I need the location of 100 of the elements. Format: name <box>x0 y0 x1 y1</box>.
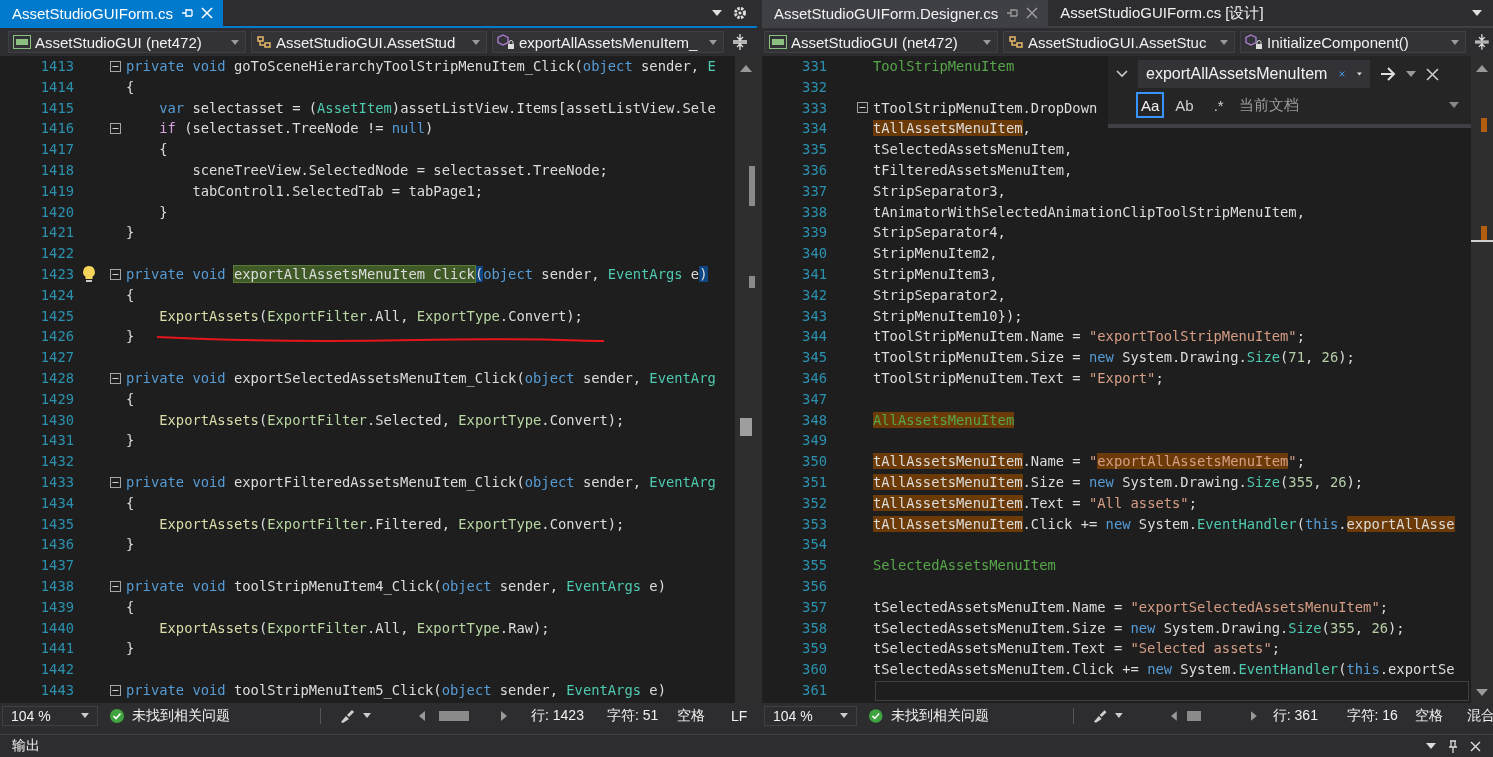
collapse-icon[interactable] <box>109 580 121 592</box>
indent-status[interactable]: 空格 <box>1414 706 1459 725</box>
caret-icon[interactable] <box>711 9 723 17</box>
line-number: 1441 <box>39 639 74 659</box>
line-status[interactable]: 行: 361 <box>1272 706 1339 725</box>
scrollbar-thumb[interactable] <box>1187 710 1201 721</box>
code-line: } <box>158 202 168 222</box>
char-status[interactable]: 字符: 16 <box>1346 706 1407 725</box>
close-icon[interactable] <box>1426 67 1439 81</box>
code-line: tToolStripMenuItem.Name = "exportToolStripMenuItem"; <box>873 327 1305 347</box>
line-ending-status[interactable]: LF <box>731 707 757 724</box>
scroll-left-icon[interactable] <box>419 710 425 721</box>
collapse-icon[interactable] <box>109 123 121 135</box>
code-line: tSelectedAssetsMenuItem.Name = "exportSelectedAssetsMenuItem"; <box>873 597 1388 617</box>
caret-icon <box>1448 102 1459 108</box>
code-line: ExportAssets(ExportFilter.All, ExportType.Convert); <box>158 306 583 326</box>
search-option-toggle[interactable]: Aa <box>1136 92 1165 118</box>
project-dropdown[interactable]: AssetStudioGUI (net472) <box>764 31 999 53</box>
code-line: } <box>126 535 135 555</box>
line-number: 1419 <box>39 181 74 201</box>
caret-icon[interactable] <box>1357 71 1362 77</box>
line-number: 360 <box>801 660 827 680</box>
line-number: 1432 <box>39 452 74 472</box>
caret-icon[interactable] <box>1115 713 1124 719</box>
code-line: StripSeparator4, <box>873 223 1006 243</box>
code-line: ToolStripMenuItem <box>873 57 1015 76</box>
line-number: 361 <box>801 680 827 700</box>
line-number: 354 <box>801 535 827 555</box>
chevron-down-icon[interactable] <box>1116 70 1128 78</box>
scroll-right-icon[interactable] <box>1251 710 1257 721</box>
brush-icon[interactable] <box>1092 708 1108 723</box>
collapse-icon[interactable] <box>109 372 121 384</box>
scroll-up-icon[interactable] <box>740 64 752 72</box>
find-next-icon[interactable] <box>1380 67 1396 81</box>
line-number: 349 <box>801 431 827 451</box>
caret-icon <box>231 39 239 45</box>
code-line: tToolStripMenuItem.Size = new System.Drawing.Size(71, 26); <box>873 348 1355 368</box>
line-number: 334 <box>801 119 827 139</box>
scrollbar-thumb[interactable] <box>740 418 752 436</box>
code-line: private void exportSelectedAssetsMenuItem_Click(object sender, EventArg <box>126 368 716 389</box>
code-line: tAllAssetsMenuItem.Name = "exportAllAssetsMenuItem"; <box>873 452 1305 472</box>
line-number: 1433 <box>39 472 74 492</box>
collapse-icon[interactable] <box>856 102 868 114</box>
scroll-down-icon[interactable] <box>1476 689 1488 698</box>
code-line: tSelectedAssetsMenuItem, <box>873 140 1073 160</box>
collapse-icon[interactable] <box>109 60 121 72</box>
caret-icon[interactable] <box>1471 9 1483 17</box>
line-status[interactable]: 行: 1423 <box>531 706 599 725</box>
caret-icon[interactable] <box>363 713 371 719</box>
char-status[interactable]: 字符: 51 <box>607 706 669 725</box>
lightbulb-icon[interactable] <box>82 265 96 284</box>
caret-icon[interactable] <box>1426 743 1436 749</box>
line-number: 1438 <box>39 576 74 596</box>
csharp-project-icon <box>13 35 31 49</box>
member-dropdown[interactable]: exportAllAssetsMenuItem_ <box>492 31 724 53</box>
member-dropdown[interactable]: InitializeComponent() <box>1240 31 1467 53</box>
clear-icon[interactable] <box>1339 68 1346 80</box>
settings-icon[interactable] <box>733 6 747 20</box>
class-dropdown[interactable]: AssetStudioGUI.AssetStuc <box>1003 31 1236 53</box>
collapse-icon[interactable] <box>109 268 121 280</box>
scroll-marker <box>1481 118 1487 132</box>
code-line: tAllAssetsMenuItem.Text = "All assets"; <box>873 493 1197 513</box>
caret-icon <box>1451 39 1460 45</box>
code-line: } <box>126 639 135 659</box>
document-tab[interactable]: AssetStudioGUIForm.cs [设计] <box>1048 0 1274 26</box>
line-number: 1413 <box>39 57 74 76</box>
search-option-toggle[interactable]: Ab <box>1170 92 1199 118</box>
scroll-up-icon[interactable] <box>1476 64 1488 72</box>
scroll-left-icon[interactable] <box>1171 710 1177 721</box>
code-line: } <box>126 327 135 347</box>
horizontal-scrollbar[interactable] <box>875 681 1469 702</box>
indent-status[interactable]: 空格 <box>677 706 723 725</box>
scrollbar-thumb[interactable] <box>1471 240 1493 242</box>
line-number: 1424 <box>39 285 74 305</box>
code-line: ExportAssets(ExportFilter.Filtered, ExportType.Convert); <box>158 514 625 534</box>
collapse-icon[interactable] <box>109 476 121 488</box>
code-line: tToolStripMenuItem.Text = "Export"; <box>873 368 1164 388</box>
collapse-icon[interactable] <box>109 684 121 696</box>
issues-status[interactable]: 未找到相关问题 <box>132 706 312 725</box>
scroll-right-icon[interactable] <box>501 710 507 721</box>
search-option-toggle[interactable]: .* <box>1204 92 1233 118</box>
line-number: 1418 <box>39 161 74 180</box>
zoom-dropdown[interactable]: 104 % <box>2 705 98 726</box>
project-dropdown[interactable]: AssetStudioGUI (net472) <box>8 31 246 53</box>
split-icon[interactable] <box>1475 34 1489 50</box>
split-icon[interactable] <box>733 34 747 50</box>
code-line: sceneTreeView.SelectedNode = selectasset.TreeNode; <box>191 161 608 180</box>
scope-dropdown[interactable]: 当前文档 <box>1238 95 1459 115</box>
line-number: 1422 <box>39 244 74 264</box>
scrollbar-thumb[interactable] <box>439 710 469 721</box>
code-line: StripSeparator2, <box>873 285 1006 305</box>
search-field[interactable]: exportAllAssetsMenuItem <box>1138 60 1370 88</box>
code-line: tAllAssetsMenuItem.Size = new System.Drawing.Size(355, 26); <box>873 472 1364 492</box>
class-dropdown[interactable]: AssetStudioGUI.AssetStud <box>251 31 487 53</box>
line-number: 355 <box>801 556 827 576</box>
issues-status[interactable]: 未找到相关问题 <box>890 706 1065 725</box>
zoom-dropdown[interactable]: 104 % <box>764 705 858 726</box>
brush-icon[interactable] <box>339 708 355 723</box>
code-line: SelectedAssetsMenuItem <box>873 556 1056 576</box>
caret-icon[interactable] <box>1406 71 1416 77</box>
